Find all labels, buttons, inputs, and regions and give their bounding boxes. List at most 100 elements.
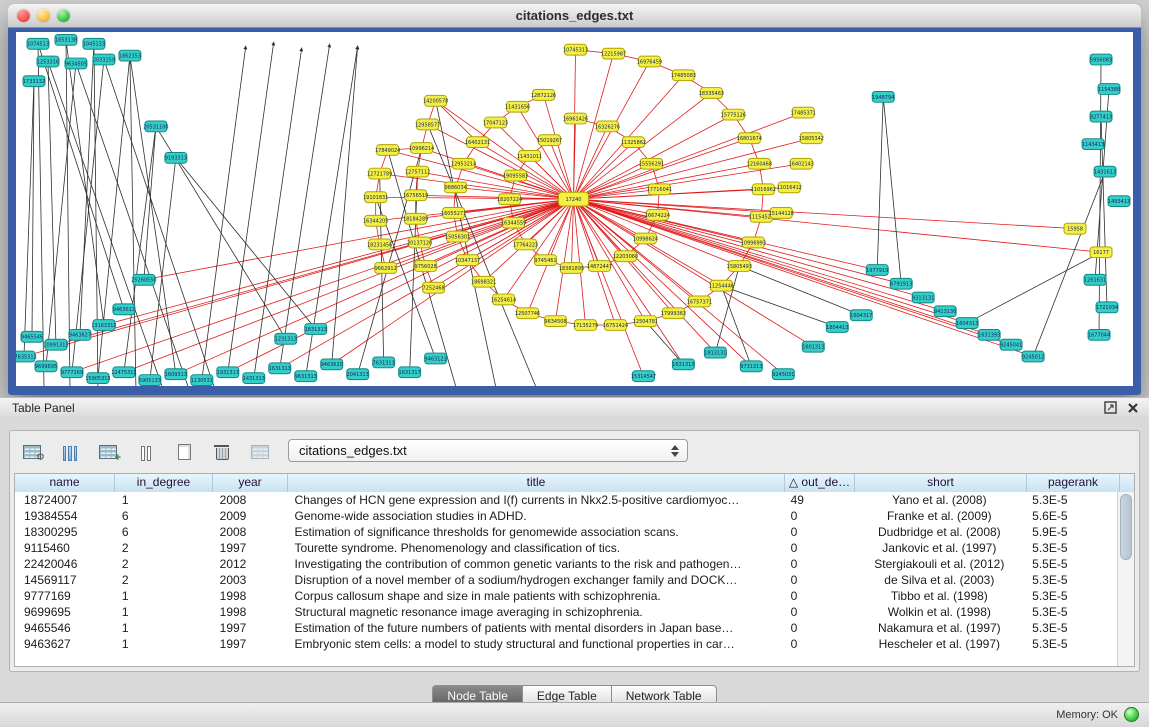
create-table-button[interactable] — [168, 437, 200, 467]
graph-node[interactable]: 1045133 — [83, 38, 105, 49]
select-columns-button[interactable] — [54, 437, 86, 467]
graph-node[interactable]: 9463627 — [69, 329, 91, 340]
zoom-window-button[interactable] — [57, 9, 70, 22]
graph-node[interactable]: 16756519 — [403, 190, 428, 201]
citation-network-graph[interactable]: 1724010745313122159871697645917485083183… — [16, 32, 1133, 386]
graph-node[interactable]: 18698321 — [471, 276, 496, 287]
graph-node[interactable]: 12160468 — [747, 158, 772, 169]
graph-node[interactable]: 1631313 — [672, 359, 694, 370]
graph-node[interactable]: 19101831 — [363, 192, 388, 203]
graph-node[interactable]: 16402143 — [789, 158, 814, 169]
graph-node[interactable]: 1154388 — [1098, 84, 1120, 95]
graph-node[interactable]: 18335463 — [699, 88, 724, 99]
graph-node[interactable]: 9463121 — [425, 353, 447, 364]
column-header-2[interactable]: year — [213, 474, 288, 492]
graph-node[interactable]: 1677044 — [1088, 329, 1110, 340]
graph-node[interactable]: 18207224 — [497, 194, 522, 205]
graph-node[interactable]: 1231313 — [275, 333, 297, 344]
graph-node[interactable]: 11325862 — [621, 137, 646, 148]
graph-node[interactable]: 1831313 — [305, 324, 327, 335]
graph-node[interactable]: 17485371 — [791, 107, 816, 118]
graph-node[interactable]: 16344205 — [363, 215, 388, 226]
column-header-0[interactable]: name — [15, 474, 115, 492]
graph-node[interactable]: 10347137 — [455, 255, 480, 266]
graph-node[interactable]: 17135279 — [573, 320, 598, 331]
graph-node[interactable]: 12757112 — [405, 166, 430, 177]
graph-node[interactable]: 17764223 — [513, 239, 538, 250]
graph-node[interactable]: 9463620 — [321, 359, 343, 370]
float-panel-icon[interactable] — [1104, 401, 1117, 414]
graph-node[interactable]: 1631313 — [269, 363, 291, 374]
graph-node[interactable]: 1601313 — [802, 341, 824, 352]
graph-node[interactable]: 9631313 — [295, 371, 317, 382]
graph-node[interactable]: 1931313 — [217, 367, 239, 378]
graph-node[interactable]: 10745313 — [563, 44, 588, 55]
graph-node[interactable]: 2041313 — [347, 369, 369, 380]
graph-node[interactable]: 9634508 — [544, 316, 566, 327]
table-row[interactable]: 946362711997Embryonic stem cells: a mode… — [15, 636, 1118, 652]
graph-node[interactable]: 7631313 — [373, 357, 395, 368]
graph-node[interactable]: 9193313 — [165, 152, 187, 163]
graph-node[interactable]: 16344559 — [501, 217, 526, 228]
graph-node[interactable]: 17716041 — [647, 184, 672, 195]
graph-node[interactable]: 17047123 — [483, 117, 508, 128]
window-titlebar[interactable]: citations_edges.txt — [8, 4, 1141, 28]
graph-node[interactable]: 1977919 — [866, 265, 888, 276]
graph-node[interactable]: 6791913 — [890, 278, 912, 289]
graph-node[interactable]: 9699695 — [35, 361, 57, 372]
graph-node[interactable]: 16055271 — [441, 208, 466, 219]
graph-node[interactable]: 12953214 — [451, 158, 476, 169]
graph-node[interactable]: 1862353 — [119, 50, 141, 61]
graph-node[interactable]: 1948794 — [872, 91, 894, 102]
graph-node[interactable]: 1853138 — [55, 34, 77, 45]
graph-node[interactable]: 9413136 — [934, 306, 956, 317]
graph-node[interactable]: 17485083 — [671, 70, 696, 81]
network-canvas[interactable]: 1724010745313122159871697645917485083183… — [16, 32, 1133, 386]
graph-node[interactable]: 12203060 — [613, 251, 638, 262]
graph-node[interactable]: 16976459 — [637, 56, 662, 67]
graph-node[interactable]: 18381895 — [559, 263, 584, 274]
graph-node[interactable]: 1143413 — [1082, 139, 1104, 150]
table-row[interactable]: 911546021997Tourette syndrome. Phenomeno… — [15, 540, 1118, 556]
table-row[interactable]: 969969511998Structural magnetic resonanc… — [15, 604, 1118, 620]
graph-node[interactable]: 16961426 — [563, 113, 588, 124]
graph-node[interactable]: 16674224 — [645, 209, 670, 220]
graph-node[interactable]: 17635313 — [16, 351, 37, 362]
graph-node[interactable]: 15144128 — [769, 208, 794, 219]
graph-node[interactable]: 1431313 — [243, 373, 265, 384]
graph-node[interactable]: 9245031 — [772, 369, 794, 380]
graph-node[interactable]: 12872126 — [531, 90, 556, 101]
graph-node[interactable]: 11016412 — [777, 182, 802, 193]
close-panel-icon[interactable] — [1127, 402, 1139, 414]
column-header-1[interactable]: in_degree — [115, 474, 213, 492]
graph-node[interactable]: 17849024 — [375, 145, 400, 156]
column-header-5[interactable]: short — [855, 474, 1027, 492]
graph-node[interactable]: 1631393 — [978, 329, 1000, 340]
graph-node[interactable]: 1733132 — [23, 76, 45, 87]
graph-node[interactable]: 9277413 — [1090, 111, 1112, 122]
graph-node[interactable]: 1261631 — [1084, 274, 1106, 285]
graph-node[interactable]: 9662912 — [375, 263, 397, 274]
graph-node[interactable]: 16326276 — [595, 121, 620, 132]
graph-node[interactable]: 18184289 — [403, 213, 428, 224]
graph-node[interactable]: 9777169 — [61, 367, 83, 378]
graph-node[interactable]: 19095583 — [503, 170, 528, 181]
table-panel-titlebar[interactable]: Table Panel — [0, 397, 1149, 421]
graph-node[interactable]: 15056301 — [445, 231, 470, 242]
graph-node[interactable]: 9245012 — [1022, 351, 1044, 362]
graph-node[interactable]: 1493413 — [1108, 196, 1130, 207]
table-row[interactable]: 1938455462009Genome-wide association stu… — [15, 508, 1118, 524]
graph-hub-node[interactable]: 17240 — [559, 192, 589, 206]
graph-node[interactable]: 18231456 — [367, 239, 392, 250]
scrollbar-thumb[interactable] — [1120, 494, 1132, 560]
graph-node[interactable]: 10996993 — [741, 237, 766, 248]
table-row[interactable]: 1830029562008Estimation of significance … — [15, 524, 1118, 540]
table-scrollbar[interactable] — [1117, 492, 1134, 666]
table-row[interactable]: 946554611997Estimation of the future num… — [15, 620, 1118, 636]
graph-node[interactable]: 12475313 — [111, 367, 136, 378]
graph-node[interactable]: 1253316 — [37, 56, 59, 67]
graph-node[interactable]: 15905313 — [85, 373, 110, 384]
graph-node[interactable]: 15805342 — [799, 133, 824, 144]
graph-node[interactable]: 20137120 — [407, 237, 432, 248]
graph-node[interactable]: 20531100 — [143, 121, 168, 132]
